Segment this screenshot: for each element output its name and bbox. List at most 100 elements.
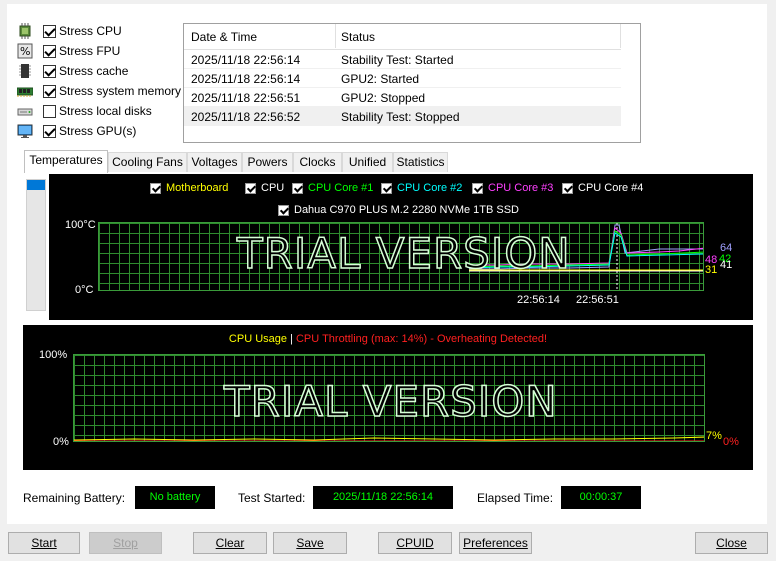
temperature-plot-area: TRIAL VERSION [98, 222, 704, 291]
current-value: 41 [720, 259, 733, 271]
legend-checkbox[interactable] [245, 182, 256, 194]
cpu-usage-chart: CPU Usage | CPU Throttling (max: 14%) - … [23, 325, 753, 470]
log-header-time[interactable]: Date & Time [191, 30, 257, 44]
log-row[interactable]: 2025/11/18 22:56:51 GPU2: Stopped [184, 88, 621, 107]
event-log-table[interactable]: Date & Time Status 2025/11/18 22:56:14 S… [183, 23, 641, 143]
fpu-percent-icon: % [17, 43, 33, 59]
current-value: 31 [705, 264, 718, 276]
scrollbar-thumb[interactable] [27, 180, 45, 190]
sensor-list-scrollbar[interactable] [26, 179, 46, 311]
legend-checkbox[interactable] [292, 182, 303, 194]
cpu-chip-icon [17, 23, 33, 39]
test-started-value: 2025/11/18 22:56:14 [313, 486, 453, 509]
tab-unified[interactable]: Unified [342, 152, 393, 172]
test-started-label: Test Started: [238, 491, 306, 505]
tab-voltages[interactable]: Voltages [187, 152, 242, 172]
memory-module-icon [16, 83, 34, 99]
cpu-chart-title: CPU Usage | CPU Throttling (max: 14%) - … [23, 333, 753, 345]
stress-memory-label: Stress system memory [59, 84, 182, 98]
legend-checkbox[interactable] [472, 182, 483, 194]
log-time: 2025/11/18 22:56:14 [191, 53, 301, 67]
clear-button[interactable]: Clear [193, 532, 267, 554]
stress-memory-checkbox[interactable] [43, 84, 56, 98]
tab-temperatures[interactable]: Temperatures [24, 150, 108, 173]
save-button[interactable]: Save [273, 532, 347, 554]
log-header: Date & Time Status [184, 24, 621, 50]
log-status: Stability Test: Started [341, 53, 454, 67]
legend-label: CPU Core #2 [397, 182, 463, 194]
stress-gpu-option[interactable]: Stress GPU(s) [17, 122, 136, 140]
cpu-throttle-title: CPU Throttling (max: 14%) - Overheating … [295, 333, 548, 345]
x-axis-label: 22:56:14 [517, 294, 560, 306]
legend-cpu-core-4[interactable]: CPU Core #4 [562, 182, 643, 194]
stress-disks-label: Stress local disks [59, 104, 152, 118]
log-time: 2025/11/18 22:56:14 [191, 72, 301, 86]
stop-button[interactable]: Stop [89, 532, 162, 554]
cpuid-button[interactable]: CPUID [378, 532, 452, 554]
legend-cpu-core-3[interactable]: CPU Core #3 [472, 182, 553, 194]
log-row[interactable]: 2025/11/18 22:56:14 GPU2: Started [184, 69, 621, 88]
stress-cpu-option[interactable]: Stress CPU [17, 22, 122, 40]
stress-fpu-option[interactable]: % Stress FPU [17, 42, 120, 60]
y-axis-min-label: 0°C [75, 284, 94, 296]
tab-clocks[interactable]: Clocks [293, 152, 342, 172]
legend-label: Motherboard [166, 182, 229, 194]
disk-drive-icon [17, 103, 33, 119]
preferences-button[interactable]: Preferences [459, 532, 532, 554]
stress-gpu-checkbox[interactable] [43, 124, 56, 138]
column-divider[interactable] [620, 24, 621, 48]
log-row[interactable]: 2025/11/18 22:56:14 Stability Test: Star… [184, 50, 621, 69]
legend-label: Dahua C970 PLUS M.2 2280 NVMe 1TB SSD [294, 204, 520, 216]
legend-checkbox[interactable] [562, 182, 573, 194]
trial-watermark: TRIAL VERSION [223, 376, 558, 427]
column-divider[interactable] [335, 24, 336, 48]
log-row[interactable]: 2025/11/18 22:56:52 Stability Test: Stop… [184, 107, 621, 126]
legend-cpu-core-1[interactable]: CPU Core #1 [292, 182, 373, 194]
legend-label: CPU Core #4 [578, 182, 644, 194]
elapsed-time-label: Elapsed Time: [477, 491, 554, 505]
title-separator: | [290, 333, 293, 345]
log-header-status[interactable]: Status [341, 30, 375, 44]
stress-memory-option[interactable]: Stress system memory [16, 82, 182, 100]
legend-checkbox[interactable] [150, 182, 161, 194]
legend-cpu[interactable]: CPU [245, 182, 284, 194]
tab-cooling-fans[interactable]: Cooling Fans [108, 152, 187, 172]
cpu-usage-title: CPU Usage [228, 333, 287, 345]
trial-watermark: TRIAL VERSION [236, 228, 571, 279]
close-button[interactable]: Close [695, 532, 768, 554]
battery-value: No battery [135, 486, 215, 509]
tab-statistics[interactable]: Statistics [393, 152, 448, 172]
legend-ssd[interactable]: Dahua C970 PLUS M.2 2280 NVMe 1TB SSD [278, 204, 519, 216]
legend-cpu-core-2[interactable]: CPU Core #2 [381, 182, 462, 194]
stress-disks-option[interactable]: Stress local disks [17, 102, 152, 120]
monitor-gpu-icon [17, 123, 33, 139]
stress-cache-option[interactable]: Stress cache [17, 62, 128, 80]
legend-motherboard[interactable]: Motherboard [150, 182, 228, 194]
y-axis-min-label: 0% [53, 436, 69, 448]
legend-checkbox[interactable] [381, 182, 392, 194]
log-time: 2025/11/18 22:56:51 [191, 91, 301, 105]
stress-cache-label: Stress cache [59, 64, 129, 78]
log-time: 2025/11/18 22:56:52 [191, 110, 301, 124]
log-status: Stability Test: Stopped [341, 110, 460, 124]
stress-disks-checkbox[interactable] [43, 104, 56, 118]
stress-fpu-checkbox[interactable] [43, 44, 56, 58]
cache-chip-icon [17, 63, 33, 79]
stress-cpu-checkbox[interactable] [43, 24, 56, 38]
start-button[interactable]: Start [8, 532, 80, 554]
tab-powers[interactable]: Powers [242, 152, 293, 172]
temperature-chart: Motherboard CPU CPU Core #1 CPU Core #2 … [49, 174, 753, 320]
stress-cache-checkbox[interactable] [43, 64, 56, 78]
y-axis-max-label: 100°C [65, 219, 96, 231]
stress-fpu-label: Stress FPU [59, 44, 121, 58]
stress-gpu-label: Stress GPU(s) [59, 124, 137, 138]
legend-checkbox[interactable] [278, 204, 289, 216]
cpu-usage-value: 7% [706, 430, 722, 442]
battery-label: Remaining Battery: [23, 491, 126, 505]
elapsed-time-value: 00:00:37 [561, 486, 641, 509]
log-status: GPU2: Started [341, 72, 420, 86]
legend-label: CPU Core #3 [488, 182, 554, 194]
cpu-throttle-value: 0% [723, 436, 739, 448]
stress-cpu-label: Stress CPU [59, 24, 122, 38]
y-axis-max-label: 100% [39, 349, 68, 361]
